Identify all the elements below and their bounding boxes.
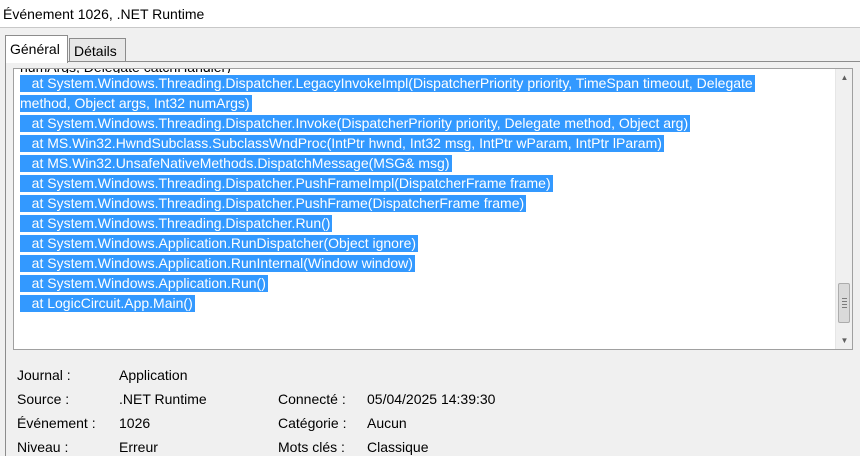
source-value: .NET Runtime [119, 391, 207, 407]
categorie-value: Aucun [367, 415, 407, 431]
description-text[interactable]: numArgs, Delegate catchHandler) at Syste… [20, 69, 832, 313]
categorie-label: Catégorie : [278, 415, 347, 431]
source-label: Source : [17, 391, 70, 407]
selected-text: at System.Windows.Threading.Dispatcher.P… [20, 195, 527, 212]
description-line: at System.Windows.Threading.Dispatcher.L… [20, 73, 832, 93]
niveau-value: Erreur [119, 439, 158, 455]
description-line: at System.Windows.Application.RunDispatc… [20, 233, 832, 253]
description-line: at MS.Win32.UnsafeNativeMethods.Dispatch… [20, 153, 832, 173]
connecte-label: Connecté : [278, 391, 346, 407]
description-line: at System.Windows.Threading.Dispatcher.P… [20, 193, 832, 213]
description-line: at System.Windows.Application.Run() [20, 273, 832, 293]
description-line: at LogicCircuit.App.Main() [20, 293, 832, 313]
tab-details[interactable]: Détails [69, 38, 126, 62]
selected-text: at System.Windows.Application.RunInterna… [20, 255, 415, 272]
motscles-label: Mots clés : [278, 439, 345, 455]
description-line: at System.Windows.Threading.Dispatcher.R… [20, 213, 832, 233]
selected-text: at System.Windows.Threading.Dispatcher.R… [20, 215, 333, 232]
selected-text: at System.Windows.Threading.Dispatcher.P… [20, 175, 553, 192]
journal-value: Application [119, 367, 188, 383]
description-line: at System.Windows.Application.RunInterna… [20, 253, 832, 273]
journal-label: Journal : [17, 367, 71, 383]
scrollbar-thumb[interactable] [838, 283, 850, 323]
selected-text: at System.Windows.Threading.Dispatcher.I… [20, 115, 691, 132]
evenement-value: 1026 [119, 415, 151, 431]
selected-text: at System.Windows.Threading.Dispatcher.L… [20, 75, 755, 92]
scroll-down-arrow-icon[interactable]: ▼ [836, 332, 852, 349]
event-description-box[interactable]: numArgs, Delegate catchHandler) at Syste… [13, 68, 853, 350]
description-line: at MS.Win32.HwndSubclass.SubclassWndProc… [20, 133, 832, 153]
selected-text: at LogicCircuit.App.Main() [20, 295, 195, 312]
description-line: method, Object args, Int32 numArgs) [20, 93, 832, 113]
event-properties: Journal : Application Source : .NET Runt… [17, 363, 857, 456]
description-line: at System.Windows.Threading.Dispatcher.P… [20, 173, 832, 193]
selected-text: method, Object args, Int32 numArgs) [20, 95, 252, 112]
motscles-value: Classique [367, 439, 429, 455]
tab-general[interactable]: Général [5, 35, 68, 63]
connecte-value: 05/04/2025 14:39:30 [367, 391, 496, 407]
selected-text: at System.Windows.Application.Run() [20, 275, 268, 292]
selected-text: at System.Windows.Application.RunDispatc… [20, 235, 419, 252]
evenement-label: Événement : [17, 415, 96, 431]
title-bar: Événement 1026, .NET Runtime [0, 0, 860, 28]
selected-text: at MS.Win32.UnsafeNativeMethods.Dispatch… [20, 155, 452, 172]
vertical-scrollbar[interactable]: ▲ ▼ [835, 69, 852, 349]
tab-strip: Général Détails [0, 35, 860, 63]
scroll-up-arrow-icon[interactable]: ▲ [836, 69, 852, 86]
description-line: at System.Windows.Threading.Dispatcher.I… [20, 113, 832, 133]
niveau-label: Niveau : [17, 439, 69, 455]
window-title: Événement 1026, .NET Runtime [3, 6, 205, 22]
selected-text: at MS.Win32.HwndSubclass.SubclassWndProc… [20, 135, 664, 152]
